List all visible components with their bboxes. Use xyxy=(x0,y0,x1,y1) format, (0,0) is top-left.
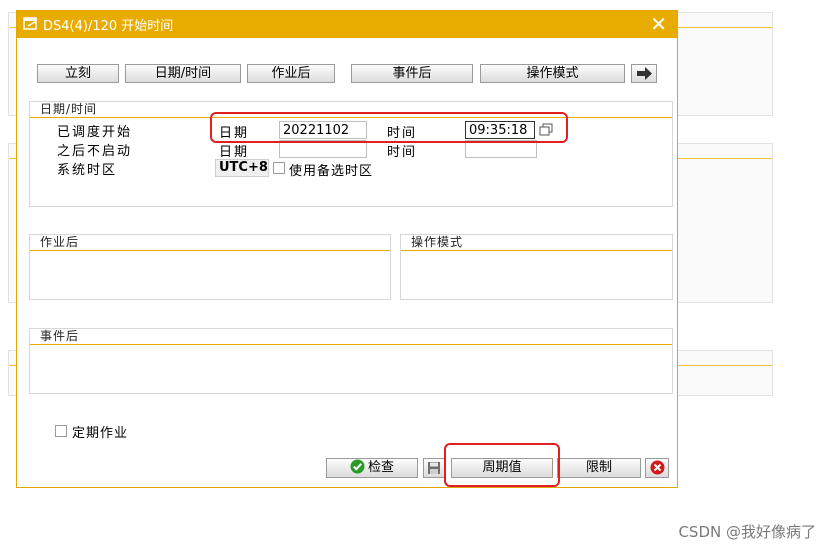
copy-icon xyxy=(539,123,553,136)
dialog-title: DS4(4)/120 开始时间 xyxy=(43,19,174,34)
scheduled-start-time-label: 时间 xyxy=(387,126,418,141)
close-icon[interactable]: ✕ xyxy=(650,12,667,36)
periodic-job-checkbox[interactable] xyxy=(55,425,67,437)
after-event-group-title: 事件后 xyxy=(30,329,672,345)
scheduled-start-date-label: 日期 xyxy=(219,126,250,141)
scheduled-start-time-input[interactable] xyxy=(465,121,535,139)
alt-timezone-label: 使用备选时区 xyxy=(289,164,374,179)
after-event-button[interactable]: 事件后 xyxy=(351,64,473,83)
watermark: CSDN @我好像病了 xyxy=(678,523,816,541)
check-button-label: 检查 xyxy=(367,460,394,475)
cancel-icon xyxy=(650,460,664,475)
no-start-after-date-input[interactable] xyxy=(279,140,367,158)
scheduled-start-label: 已调度开始 xyxy=(57,125,133,140)
alt-timezone-checkbox[interactable] xyxy=(273,162,285,174)
dialog-window-icon xyxy=(23,17,37,30)
start-time-dialog: DS4(4)/120 开始时间 ✕ 立刻 日期/时间 作业后 事件后 操作模式 … xyxy=(16,10,678,488)
operation-mode-group-title: 操作模式 xyxy=(401,235,672,251)
after-job-button[interactable]: 作业后 xyxy=(247,64,335,83)
after-event-group: 事件后 xyxy=(29,328,673,394)
period-values-button[interactable]: 周期值 xyxy=(451,458,553,478)
date-time-button[interactable]: 日期/时间 xyxy=(125,64,241,83)
immediate-button[interactable]: 立刻 xyxy=(37,64,119,83)
datetime-group-title: 日期/时间 xyxy=(30,102,672,118)
save-button[interactable] xyxy=(423,458,445,478)
save-icon xyxy=(428,462,440,474)
dialog-titlebar: DS4(4)/120 开始时间 ✕ xyxy=(17,11,677,38)
toolbar-next-button[interactable] xyxy=(631,64,657,83)
scheduled-start-date-input[interactable] xyxy=(279,121,367,139)
system-timezone-value: UTC+8 xyxy=(215,159,269,177)
no-start-after-label: 之后不启动 xyxy=(57,144,133,159)
time-picker-button[interactable] xyxy=(538,121,554,139)
check-button[interactable]: 检查 xyxy=(326,458,418,478)
after-job-group-title: 作业后 xyxy=(30,235,390,251)
arrow-right-icon xyxy=(637,67,652,80)
system-timezone-label: 系统时区 xyxy=(57,163,118,178)
no-start-after-time-input[interactable] xyxy=(465,140,537,158)
cancel-button[interactable] xyxy=(645,458,669,478)
operation-mode-group: 操作模式 xyxy=(400,234,673,300)
operation-mode-button[interactable]: 操作模式 xyxy=(480,64,625,83)
no-start-after-date-label: 日期 xyxy=(219,145,250,160)
no-start-after-time-label: 时间 xyxy=(387,145,418,160)
restrictions-button[interactable]: 限制 xyxy=(557,458,641,478)
periodic-job-label: 定期作业 xyxy=(72,426,129,441)
after-job-group: 作业后 xyxy=(29,234,391,300)
check-icon xyxy=(350,459,365,474)
